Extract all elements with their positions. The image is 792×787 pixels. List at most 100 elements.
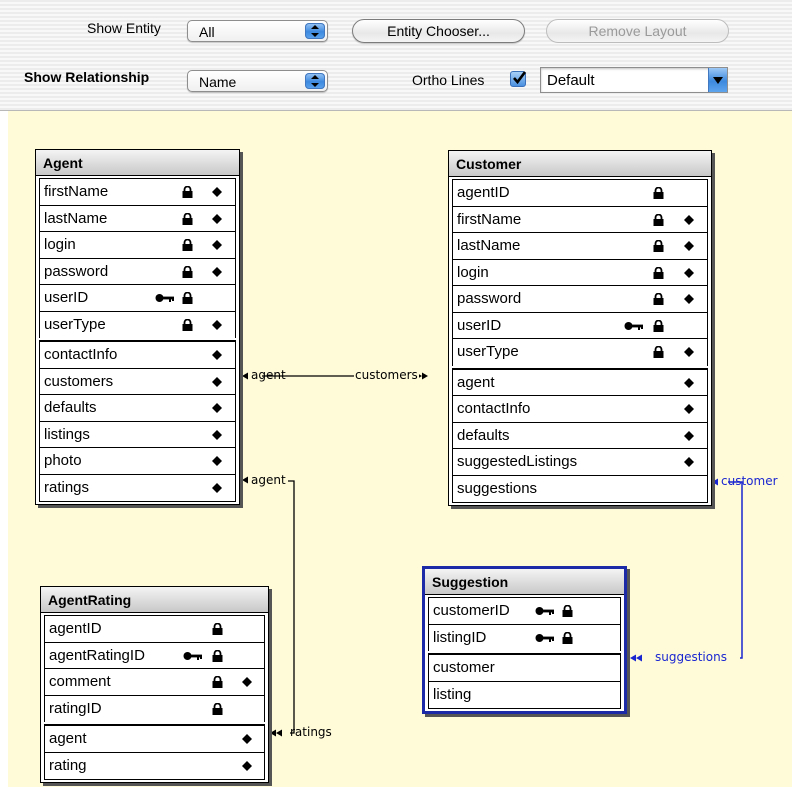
relationship-name: defaults [44, 399, 97, 416]
relationship-row[interactable]: customer [429, 655, 620, 682]
attribute-row[interactable]: userID [40, 285, 235, 312]
attribute-row[interactable]: login [453, 260, 707, 286]
to-many-arrow-icon [630, 654, 642, 662]
class-property-icon [212, 319, 222, 330]
attribute-name: lastName [457, 237, 521, 254]
class-property-icon [684, 347, 694, 357]
relationship-name: defaults [457, 426, 510, 444]
attribute-row[interactable]: login [40, 232, 235, 259]
show-relationship-value: Name [199, 74, 237, 90]
relationship-row[interactable]: defaults [40, 395, 235, 422]
relationship-row[interactable]: suggestions [453, 476, 707, 503]
relationships-section: contactInfo customers defaults listings phot… [39, 340, 236, 502]
lock-icon [562, 605, 573, 617]
attribute-row[interactable]: userID [453, 313, 707, 339]
class-property-icon [684, 377, 694, 388]
attribute-row[interactable]: agentID [45, 616, 264, 643]
entity-chooser-button[interactable]: Entity Chooser... [352, 19, 525, 43]
attribute-row[interactable]: password [40, 259, 235, 285]
attribute-row[interactable]: ratingID [45, 696, 264, 723]
relationship-row[interactable]: ratings [40, 475, 235, 502]
entity-agent[interactable]: Agent firstName lastName login password userI… [35, 149, 240, 505]
primary-key-icon [535, 633, 555, 643]
attribute-row[interactable]: userType [40, 312, 235, 339]
primary-key-icon [183, 651, 203, 661]
attribute-row[interactable]: userType [453, 339, 707, 366]
attribute-name: lastName [44, 209, 108, 227]
attribute-row[interactable]: listingID [429, 625, 620, 652]
class-property-icon [242, 760, 252, 771]
to-one-arrow-icon [712, 478, 718, 486]
lock-icon [182, 318, 193, 331]
attribute-row[interactable]: firstName [453, 207, 707, 233]
show-entity-popup[interactable]: All [187, 20, 328, 42]
lock-icon [182, 239, 193, 251]
relationship-row[interactable]: agent [453, 370, 707, 396]
attribute-name: agentRatingID [49, 646, 145, 664]
relationship-row[interactable]: photo [40, 448, 235, 475]
attribute-name: userType [457, 343, 519, 360]
ortho-lines-checkbox[interactable] [510, 71, 526, 87]
relationship-row[interactable]: contactInfo [453, 396, 707, 423]
entity-agentrating[interactable]: AgentRating agentID agentRatingID comment ra… [40, 586, 269, 783]
attribute-name: password [457, 290, 522, 307]
attribute-name: login [44, 236, 76, 253]
class-property-icon [242, 734, 252, 744]
toolbar: Show Entity All Entity Chooser... Remove… [0, 0, 792, 111]
customer-suggestions-line[interactable] [728, 481, 743, 659]
class-property-icon [212, 213, 222, 224]
entity-suggestion[interactable]: Suggestion customerID listingID customer lis… [422, 566, 627, 714]
relationship-row[interactable]: contactInfo [40, 342, 235, 369]
attribute-row[interactable]: agentID [453, 180, 707, 207]
relationship-row[interactable]: agent [45, 726, 264, 753]
relationship-row[interactable]: listings [40, 422, 235, 448]
relationship-row[interactable]: defaults [453, 423, 707, 449]
attribute-name: firstName [457, 210, 522, 228]
model-diagram-canvas[interactable]: agent customers agent ratings customer s… [8, 111, 792, 787]
lock-icon [653, 319, 664, 332]
relationship-name: contactInfo [44, 346, 118, 363]
attribute-row[interactable]: comment [45, 669, 264, 696]
attribute-row[interactable]: customerID [429, 598, 620, 625]
entity-name[interactable]: Customer [449, 151, 711, 177]
attribute-name: comment [49, 673, 111, 690]
primary-key-icon [624, 321, 644, 331]
relationship-label-agent-ratings: agent [251, 473, 286, 487]
show-entity-label: Show Entity [87, 20, 161, 36]
show-relationship-popup[interactable]: Name [187, 70, 328, 92]
relationship-name: listing [433, 685, 472, 703]
class-property-icon [212, 376, 222, 387]
attribute-name: agentID [49, 620, 102, 637]
lock-icon [562, 631, 573, 644]
relationship-name: photo [44, 452, 82, 469]
relationship-name: customers [44, 372, 114, 390]
relationship-name: rating [49, 756, 87, 774]
layout-combobox[interactable]: Default [540, 67, 728, 93]
attribute-row[interactable]: agentRatingID [45, 643, 264, 669]
to-many-arrow-icon [270, 729, 282, 737]
relationship-row[interactable]: customers [40, 369, 235, 395]
attribute-row[interactable]: firstName [40, 179, 235, 206]
class-property-icon [212, 403, 222, 413]
attributes-section: firstName lastName login password userID user… [39, 178, 236, 338]
entity-name[interactable]: Suggestion [425, 569, 624, 595]
attribute-name: ratingID [49, 699, 102, 717]
ortho-lines-label: Ortho Lines [412, 72, 485, 88]
lock-icon [182, 186, 193, 198]
lock-icon [212, 623, 223, 635]
entity-customer[interactable]: Customer agentID firstName lastName login pas… [448, 150, 712, 506]
attribute-row[interactable]: lastName [40, 206, 235, 232]
relationship-row[interactable]: suggestedListings [453, 449, 707, 476]
relationship-label-customers: customers [354, 368, 419, 382]
remove-layout-button[interactable]: Remove Layout [546, 19, 729, 43]
entity-name[interactable]: Agent [36, 150, 239, 176]
popup-arrows-icon [305, 73, 325, 89]
combobox-arrow-icon[interactable] [708, 68, 727, 92]
attribute-row[interactable]: password [453, 286, 707, 313]
attribute-row[interactable]: lastName [453, 233, 707, 260]
agent-ratings-line[interactable] [288, 480, 295, 734]
relationship-row[interactable]: listing [429, 682, 620, 709]
lock-icon [182, 292, 193, 304]
entity-name[interactable]: AgentRating [41, 587, 268, 613]
relationship-row[interactable]: rating [45, 753, 264, 780]
